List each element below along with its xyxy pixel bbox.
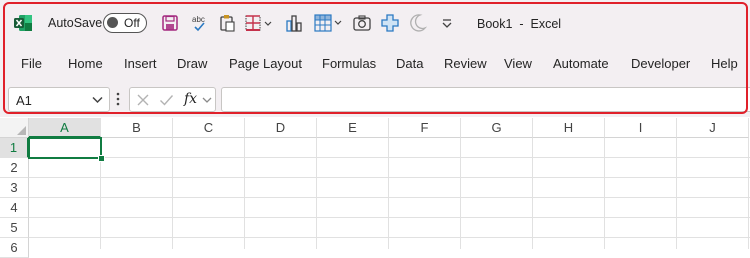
tab-help[interactable]: Help: [711, 56, 738, 71]
tab-view[interactable]: View: [504, 56, 532, 71]
save-icon[interactable]: [161, 12, 179, 34]
name-box[interactable]: A1: [8, 87, 110, 112]
row-header-4[interactable]: 4: [0, 198, 29, 218]
column-header-a[interactable]: A: [29, 118, 101, 138]
excel-window-chrome: AutoSave Off abc Book1 - Excel File Home…: [0, 0, 750, 117]
row-header-6[interactable]: 6: [0, 238, 29, 258]
add-icon[interactable]: [381, 12, 399, 34]
tab-data[interactable]: Data: [396, 56, 423, 71]
fill-handle[interactable]: [98, 155, 105, 162]
chart-icon[interactable]: [285, 12, 303, 34]
active-cell-a1[interactable]: [28, 137, 102, 159]
name-box-value: A1: [16, 93, 32, 108]
tab-developer[interactable]: Developer: [631, 56, 690, 71]
row-header-1[interactable]: 1: [0, 138, 29, 158]
camera-icon[interactable]: [352, 12, 372, 34]
customize-icon[interactable]: [440, 12, 454, 34]
row-header-2[interactable]: 2: [0, 158, 29, 178]
chevron-down-icon[interactable]: [92, 96, 103, 104]
column-header-f[interactable]: F: [389, 118, 461, 138]
select-all-button[interactable]: [0, 118, 29, 138]
formula-input[interactable]: [221, 87, 750, 112]
cell-area[interactable]: [29, 138, 750, 249]
tab-draw[interactable]: Draw: [177, 56, 207, 71]
tab-home[interactable]: Home: [68, 56, 103, 71]
tab-insert[interactable]: Insert: [124, 56, 157, 71]
enter-icon[interactable]: [159, 93, 174, 107]
clipboard-icon[interactable]: [218, 12, 236, 34]
select-all-triangle: [17, 126, 26, 135]
spreadsheet-grid: A B C D E F G H I J 1 2 3 4 5 6: [0, 118, 750, 258]
autosave-toggle[interactable]: Off: [103, 13, 147, 33]
excel-logo-icon: [14, 15, 32, 31]
dark-mode-icon[interactable]: [409, 12, 427, 34]
title-bar: AutoSave Off abc Book1 - Excel: [0, 0, 750, 46]
borders-icon[interactable]: [244, 12, 274, 34]
ribbon-tabs: File Home Insert Draw Page Layout Formul…: [0, 52, 750, 76]
tab-formulas[interactable]: Formulas: [322, 56, 376, 71]
formula-tools: fx: [129, 87, 216, 112]
chevron-down-icon[interactable]: [202, 97, 212, 104]
column-header-h[interactable]: H: [533, 118, 605, 138]
autosave-state-label: Off: [124, 16, 140, 30]
toggle-knob: [107, 17, 118, 28]
column-header-e[interactable]: E: [317, 118, 389, 138]
column-header-j[interactable]: J: [677, 118, 749, 138]
cancel-icon[interactable]: [136, 93, 150, 107]
row-header-3[interactable]: 3: [0, 178, 29, 198]
spelling-icon[interactable]: abc: [190, 12, 210, 34]
row-header-5[interactable]: 5: [0, 218, 29, 238]
column-header-b[interactable]: B: [101, 118, 173, 138]
column-header-c[interactable]: C: [173, 118, 245, 138]
tab-file[interactable]: File: [21, 56, 42, 71]
column-header-g[interactable]: G: [461, 118, 533, 138]
insert-function-button[interactable]: fx: [184, 91, 197, 107]
more-options-icon[interactable]: [116, 91, 120, 107]
svg-text:abc: abc: [192, 15, 205, 24]
tab-page-layout[interactable]: Page Layout: [229, 56, 302, 71]
autosave-label: AutoSave: [48, 16, 103, 30]
table-icon[interactable]: [313, 12, 343, 34]
document-title: Book1 - Excel: [477, 17, 562, 31]
column-header-d[interactable]: D: [245, 118, 317, 138]
tab-review[interactable]: Review: [444, 56, 487, 71]
tab-automate[interactable]: Automate: [553, 56, 609, 71]
column-header-i[interactable]: I: [605, 118, 677, 138]
